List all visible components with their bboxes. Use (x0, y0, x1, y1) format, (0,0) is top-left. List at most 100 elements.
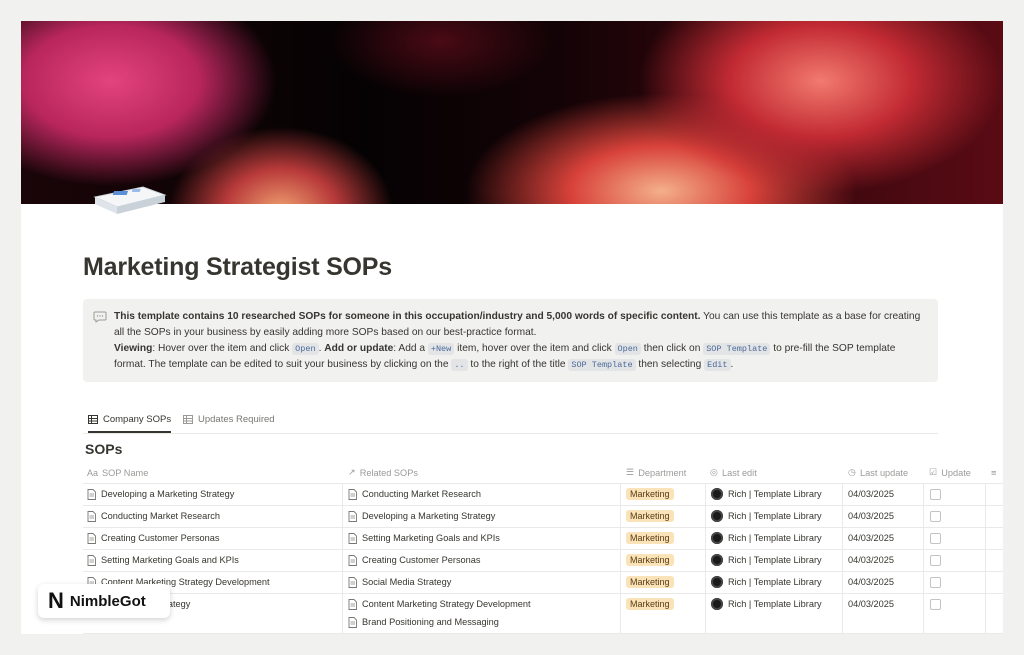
table-row[interactable]: Setting Marketing Goals and KPIs Creating… (83, 549, 1003, 572)
department-cell[interactable]: Marketing (626, 593, 674, 615)
update-cell (930, 505, 941, 527)
department-tag: Marketing (626, 598, 674, 610)
database-title: SOPs (85, 441, 123, 457)
sop-name-cell[interactable]: Creating Customer Personas (87, 527, 219, 549)
add-text-6: then selecting (635, 359, 705, 370)
last-edit-cell[interactable]: Rich | Template Library (711, 593, 822, 615)
department-cell[interactable]: Marketing (626, 571, 674, 593)
page-title: Marketing Strategist SOPs (83, 253, 392, 281)
table-row[interactable]: Social Media StrategyContent Marketing S… (83, 593, 1003, 634)
last-edit-cell[interactable]: Rich | Template Library (711, 505, 822, 527)
page-icon (348, 554, 357, 566)
column-header-update[interactable]: ☑ Update (929, 462, 971, 483)
column-header-related-sops[interactable]: ↗ Related SOPs (348, 462, 418, 483)
column-header-more[interactable]: ≡ (991, 462, 996, 483)
column-divider (842, 483, 843, 634)
update-checkbox[interactable] (930, 488, 941, 500)
page-icon (348, 488, 357, 500)
sop-name: Conducting Market Research (101, 511, 220, 521)
table-row[interactable]: Conducting Market Research Developing a M… (83, 505, 1003, 528)
department-tag: Marketing (626, 510, 674, 522)
column-header-label: Last edit (722, 467, 757, 478)
page-icon (87, 510, 96, 522)
column-divider (985, 483, 986, 634)
related-sop-label: Creating Customer Personas (362, 555, 481, 565)
department-cell[interactable]: Marketing (626, 527, 674, 549)
column-divider (923, 483, 924, 634)
related-sop-link[interactable]: Developing a Marketing Strategy (348, 505, 495, 527)
table-row[interactable]: Creating Customer Personas Setting Market… (83, 527, 1003, 550)
last-update-cell: 04/03/2025 (848, 549, 894, 571)
tab-company-sops-label: Company SOPs (103, 413, 172, 425)
column-header-sop-name[interactable]: Aa SOP Name (87, 462, 148, 483)
tab-updates-required[interactable]: Updates Required (183, 407, 275, 432)
related-sop-link[interactable]: Social Media Strategy (348, 571, 451, 593)
column-header-label: Department (638, 467, 687, 478)
column-header-department[interactable]: ☰ Department (626, 462, 686, 483)
table-icon (88, 414, 98, 424)
department-tag: Marketing (626, 576, 674, 588)
department-cell[interactable]: Marketing (626, 505, 674, 527)
last-edit-cell[interactable]: Rich | Template Library (711, 549, 822, 571)
avatar (711, 554, 723, 566)
checkbox-property-icon: ☑ (929, 467, 938, 477)
last-edit-cell[interactable]: Rich | Template Library (711, 527, 822, 549)
update-checkbox[interactable] (930, 598, 941, 610)
last-update-date: 04/03/2025 (848, 577, 894, 587)
update-checkbox[interactable] (930, 554, 941, 566)
related-sop-link[interactable]: Conducting Market Research (348, 483, 481, 505)
cover-image[interactable] (21, 21, 1003, 204)
inline-code-sop-template: SOP Template (703, 343, 771, 355)
last-edit-user: Rich | Template Library (728, 577, 822, 587)
column-header-last-update[interactable]: ◷ Last update (848, 462, 908, 483)
tab-company-sops[interactable]: Company SOPs (88, 407, 172, 433)
update-checkbox[interactable] (930, 576, 941, 588)
inline-code-edit: Edit (704, 359, 731, 371)
last-edit-user: Rich | Template Library (728, 511, 822, 521)
brand-logo-letter: N (48, 588, 64, 613)
page-icon (348, 576, 357, 588)
last-update-cell: 04/03/2025 (848, 527, 894, 549)
database-view-tabs: Company SOPs Updates Required (83, 407, 938, 434)
last-update-date: 04/03/2025 (848, 489, 894, 499)
sop-name-cell[interactable]: Setting Marketing Goals and KPIs (87, 549, 239, 571)
related-sop-label: Setting Marketing Goals and KPIs (362, 533, 500, 543)
viewing-label: Viewing (114, 343, 153, 354)
related-sop-link[interactable]: Setting Marketing Goals and KPIs (348, 527, 500, 549)
inline-code-open: Open (292, 343, 319, 355)
last-update-date: 04/03/2025 (848, 555, 894, 565)
column-divider (705, 483, 706, 634)
page-icon (348, 598, 357, 610)
text-property-icon: Aa (87, 467, 99, 478)
sop-name-cell[interactable]: Conducting Market Research (87, 505, 220, 527)
column-header-last-edit[interactable]: ◎ Last edit (710, 462, 757, 483)
related-sop-link[interactable]: Creating Customer Personas (348, 549, 480, 571)
page-icon (87, 554, 96, 566)
department-cell[interactable]: Marketing (626, 483, 674, 505)
page-icon (348, 510, 357, 522)
inline-code-dots: .. (451, 359, 468, 371)
update-checkbox[interactable] (930, 510, 941, 522)
related-sop-link[interactable]: Brand Positioning and Messaging (348, 611, 499, 633)
update-cell (930, 483, 941, 505)
update-cell (930, 549, 941, 571)
table-row[interactable]: Content Marketing Strategy Development So… (83, 571, 1003, 594)
department-tag: Marketing (626, 488, 674, 500)
add-text-3: then click on (640, 343, 704, 354)
last-update-cell: 04/03/2025 (848, 483, 894, 505)
page-icon (348, 616, 357, 628)
text-lines-icon: ≡ (991, 467, 997, 478)
update-checkbox[interactable] (930, 532, 941, 544)
sop-name-cell[interactable]: Developing a Marketing Strategy (87, 483, 234, 505)
add-update-label: Add or update (324, 343, 394, 354)
last-edit-cell[interactable]: Rich | Template Library (711, 571, 822, 593)
avatar (711, 598, 723, 610)
department-cell[interactable]: Marketing (626, 549, 674, 571)
add-text-2: item, hover over the item and click (454, 343, 615, 354)
table-row[interactable]: Developing a Marketing Strategy Conductin… (83, 483, 1003, 506)
speech-bubble-icon (93, 311, 107, 323)
page-icon[interactable] (91, 183, 167, 215)
update-cell (930, 593, 941, 615)
department-tag: Marketing (626, 554, 674, 566)
last-edit-cell[interactable]: Rich | Template Library (711, 483, 822, 505)
